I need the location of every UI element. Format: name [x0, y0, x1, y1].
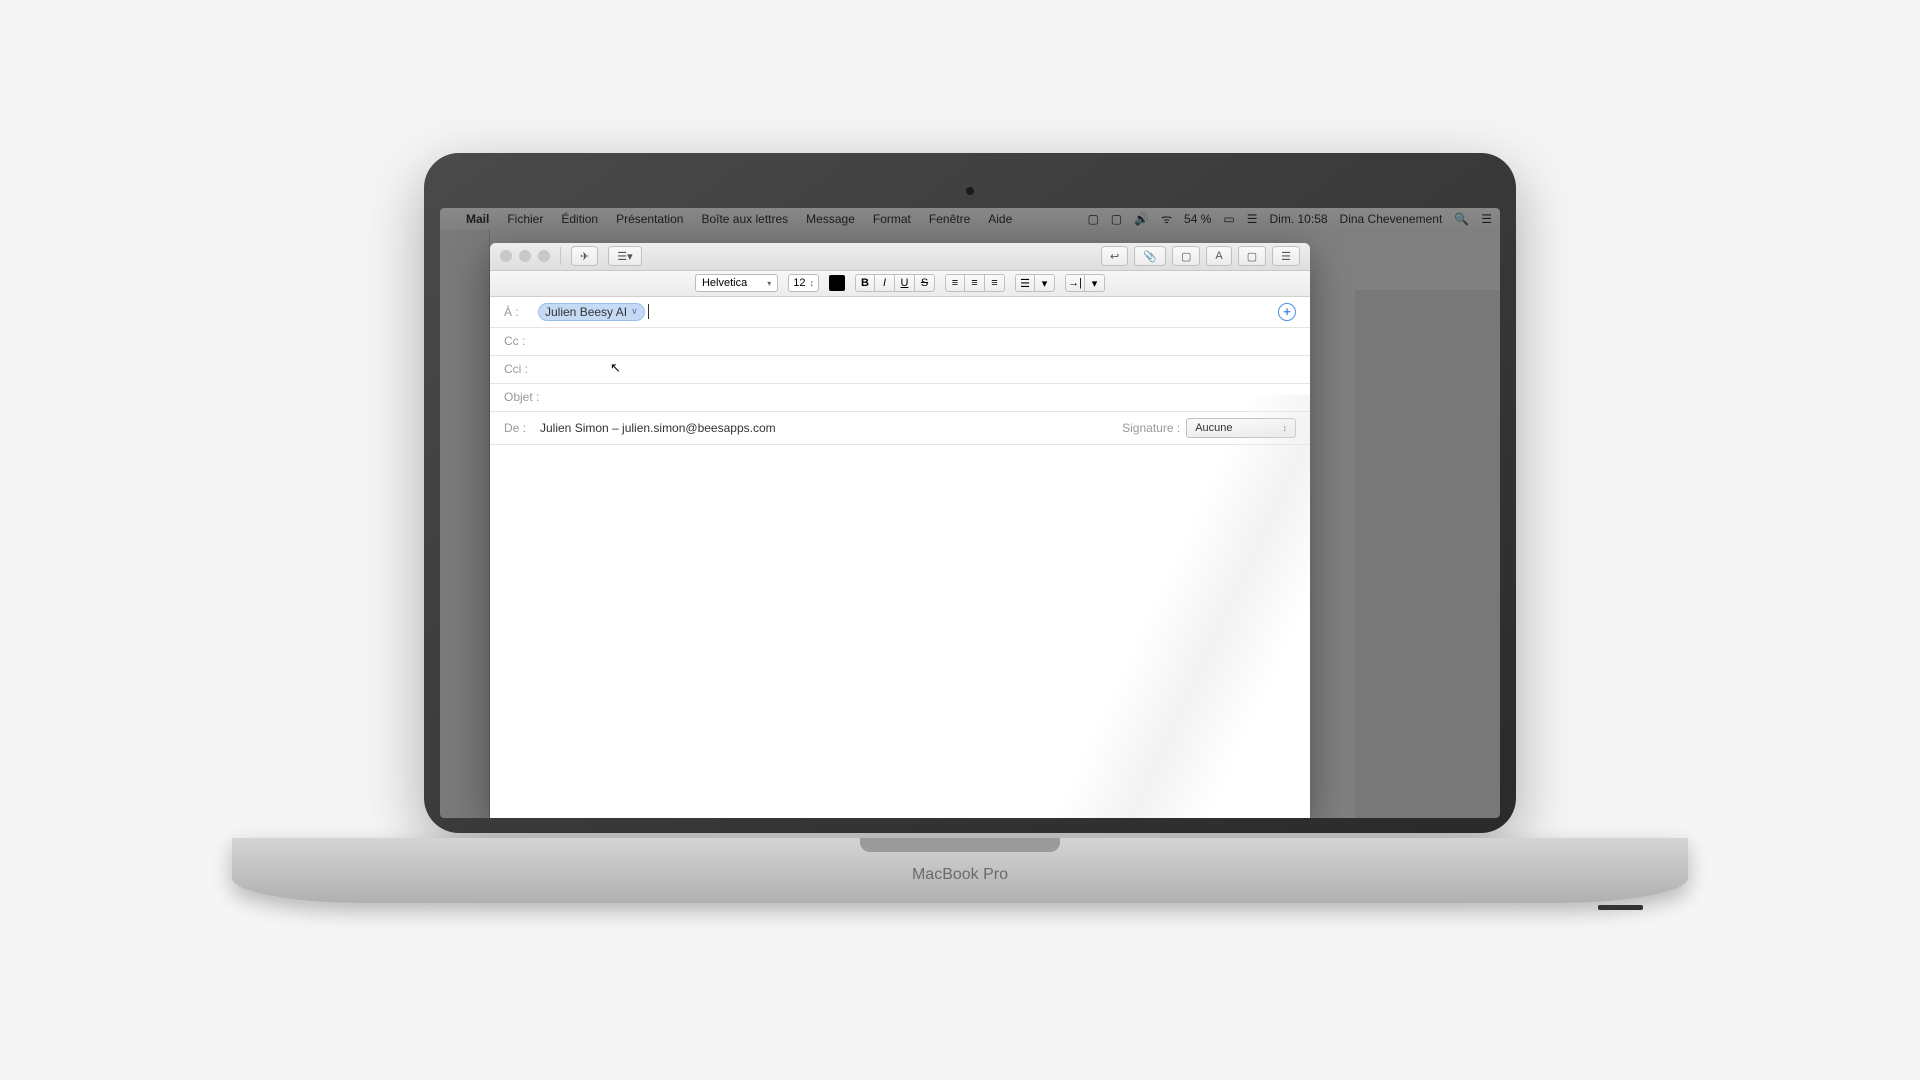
font-select[interactable]: Helvetica	[695, 274, 778, 292]
font-name: Helvetica	[702, 277, 747, 289]
italic-button[interactable]: I	[875, 274, 895, 292]
titlebar: ✈ ☰▾ ↩ 📎 ▢	[490, 243, 1310, 271]
format-bar: Helvetica 12 B I U S ≡	[490, 271, 1310, 297]
photo-button[interactable]: ▢	[1172, 246, 1200, 266]
reply-icon: ↩	[1110, 250, 1119, 263]
background-sidebar	[440, 230, 490, 818]
battery-icon[interactable]: ▭	[1223, 212, 1234, 226]
list-group: ☰ ▾	[1015, 274, 1055, 292]
subject-label: Objet :	[504, 390, 539, 404]
menu-format[interactable]: Format	[873, 212, 911, 226]
from-label: De :	[504, 421, 534, 435]
align-left-button[interactable]: ≡	[945, 274, 965, 292]
align-group: ≡ ≡ ≡	[945, 274, 1005, 292]
bcc-label: Cci :	[504, 362, 534, 376]
screen: Mail Fichier Édition Présentation Boîte …	[440, 208, 1500, 818]
markup-icon: ▢	[1247, 250, 1257, 263]
reply-button[interactable]: ↩	[1101, 246, 1128, 266]
add-contact-button[interactable]: +	[1278, 303, 1296, 321]
wifi-icon[interactable]: ᯤ	[1161, 210, 1172, 227]
camera	[966, 187, 974, 195]
control-center-icon[interactable]: ☰	[1247, 212, 1258, 226]
header-fields-button[interactable]: ☰▾	[608, 246, 641, 266]
recipient-name: Julien Beesy AI	[545, 305, 627, 319]
notification-icon[interactable]: ☰	[1481, 212, 1492, 226]
indent-dropdown-button[interactable]: ▾	[1085, 274, 1105, 292]
laptop-foot	[1598, 905, 1643, 910]
from-row: De : Julien Simon – julien.simon@beesapp…	[490, 412, 1310, 445]
compose-window: ✈ ☰▾ ↩ 📎 ▢	[490, 243, 1310, 818]
close-button[interactable]	[500, 250, 512, 262]
format-button[interactable]: A	[1206, 246, 1231, 266]
indent-button[interactable]: →|	[1065, 274, 1085, 292]
text-cursor	[648, 304, 649, 319]
desktop: Mail Fichier Édition Présentation Boîte …	[440, 208, 1500, 818]
menu-edition[interactable]: Édition	[561, 212, 598, 226]
menu-aide[interactable]: Aide	[988, 212, 1012, 226]
indent-group: →| ▾	[1065, 274, 1105, 292]
traffic-lights	[500, 250, 550, 262]
send-icon: ✈	[580, 250, 589, 263]
text-color-swatch[interactable]	[829, 275, 845, 291]
paperclip-icon: 📎	[1143, 250, 1157, 263]
markup-button[interactable]: ▢	[1238, 246, 1266, 266]
font-size: 12	[793, 277, 805, 289]
format-a-icon: A	[1215, 250, 1222, 262]
align-right-button[interactable]: ≡	[985, 274, 1005, 292]
bcc-row[interactable]: Cci :	[490, 356, 1310, 384]
display-icon[interactable]: ▢	[1111, 212, 1122, 226]
header-fields: À : Julien Beesy AI + Cc :	[490, 297, 1310, 445]
from-value[interactable]: Julien Simon – julien.simon@beesapps.com	[540, 421, 776, 435]
maximize-button[interactable]	[538, 250, 550, 262]
menu-fenetre[interactable]: Fenêtre	[929, 212, 970, 226]
to-label: À :	[504, 305, 534, 319]
size-select[interactable]: 12	[788, 274, 819, 292]
menu-message[interactable]: Message	[806, 212, 855, 226]
signature-dropdown[interactable]: Aucune	[1186, 418, 1296, 438]
laptop-base: MacBook Pro	[232, 838, 1688, 903]
screen-reflection	[940, 395, 1310, 818]
signature-value: Aucune	[1195, 422, 1232, 434]
align-center-button[interactable]: ≡	[965, 274, 985, 292]
volume-icon[interactable]: 🔊	[1134, 212, 1149, 226]
list-icon: ☰▾	[617, 250, 632, 263]
menu-presentation[interactable]: Présentation	[616, 212, 683, 226]
sidebar-icon: ☰	[1281, 250, 1291, 263]
laptop-mockup: Mail Fichier Édition Présentation Boîte …	[232, 153, 1688, 928]
battery-percent[interactable]: 54 %	[1184, 212, 1211, 226]
signature-label: Signature :	[1122, 421, 1180, 435]
menu-app-name[interactable]: Mail	[466, 212, 489, 226]
laptop-notch	[860, 838, 1060, 852]
airplay-icon[interactable]: ▢	[1087, 212, 1098, 226]
list-button[interactable]: ☰	[1015, 274, 1035, 292]
bold-button[interactable]: B	[855, 274, 875, 292]
attach-button[interactable]: 📎	[1134, 246, 1166, 266]
send-button[interactable]: ✈	[571, 246, 598, 266]
message-body[interactable]	[490, 445, 1310, 818]
cc-label: Cc :	[504, 334, 534, 348]
spotlight-icon[interactable]: 🔍	[1454, 212, 1469, 226]
background-contact-panel	[1355, 290, 1500, 818]
menubar: Mail Fichier Édition Présentation Boîte …	[440, 208, 1500, 230]
laptop-body: Mail Fichier Édition Présentation Boîte …	[424, 153, 1516, 833]
laptop-label: MacBook Pro	[912, 866, 1008, 884]
list-dropdown-button[interactable]: ▾	[1035, 274, 1055, 292]
underline-button[interactable]: U	[895, 274, 915, 292]
user-name[interactable]: Dina Chevenement	[1340, 212, 1443, 226]
minimize-button[interactable]	[519, 250, 531, 262]
menu-boite[interactable]: Boîte aux lettres	[701, 212, 788, 226]
subject-row[interactable]: Objet :	[490, 384, 1310, 412]
strike-button[interactable]: S	[915, 274, 935, 292]
signature-area: Signature : Aucune	[1122, 418, 1296, 438]
cc-row[interactable]: Cc :	[490, 328, 1310, 356]
datetime[interactable]: Dim. 10:58	[1270, 212, 1328, 226]
recipient-chip[interactable]: Julien Beesy AI	[538, 303, 645, 321]
text-style-group: B I U S	[855, 274, 935, 292]
divider	[560, 247, 561, 265]
menu-fichier[interactable]: Fichier	[507, 212, 543, 226]
to-row[interactable]: À : Julien Beesy AI +	[490, 297, 1310, 328]
sidebar-toggle-button[interactable]: ☰	[1272, 246, 1300, 266]
plus-icon: +	[1283, 304, 1291, 319]
photo-icon: ▢	[1181, 250, 1191, 263]
